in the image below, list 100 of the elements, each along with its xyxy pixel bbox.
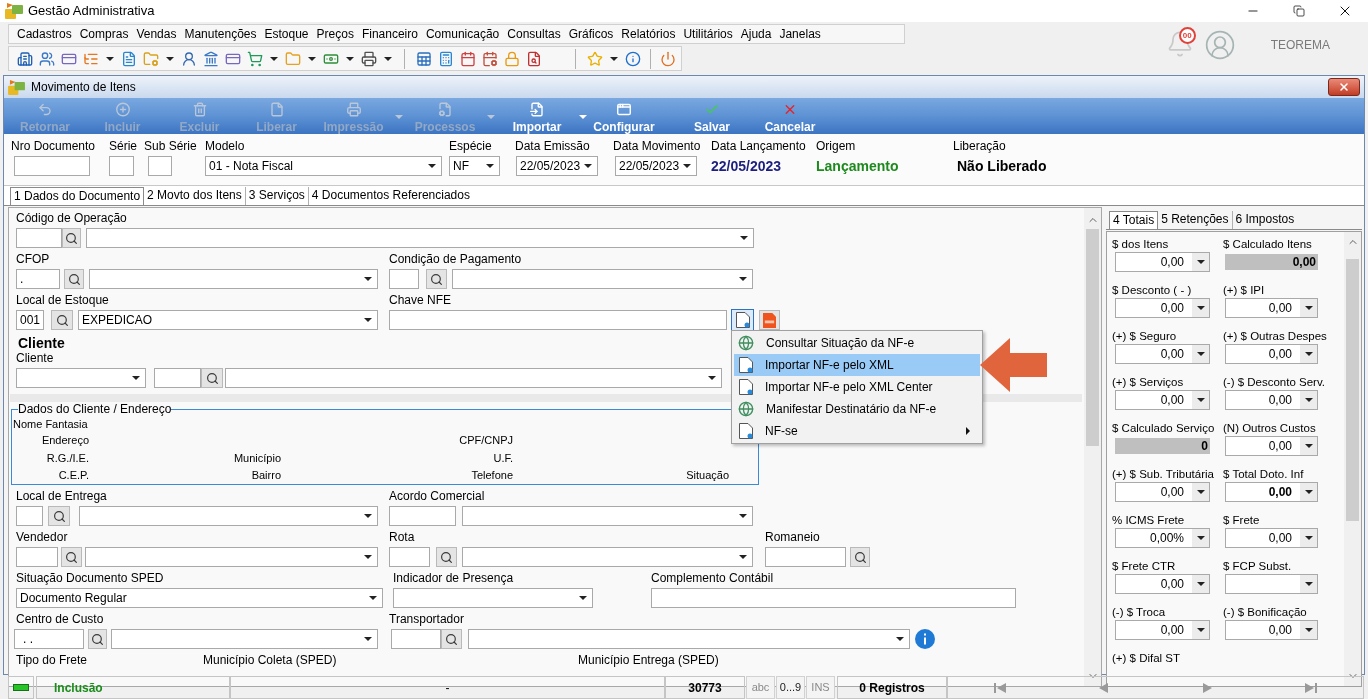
number-field[interactable]: 0,00 [1115, 574, 1210, 594]
search-button[interactable] [426, 269, 447, 289]
dropdown-field[interactable] [79, 506, 378, 526]
text-field[interactable] [651, 588, 1016, 608]
user-icon[interactable] [1203, 29, 1236, 61]
dropdown-field[interactable] [86, 228, 754, 248]
menu-item[interactable]: NF-se [734, 420, 980, 442]
scrollbar-thumb[interactable] [1086, 229, 1099, 446]
toolbar-button[interactable]: Configurar [590, 98, 658, 134]
calendar-icon[interactable] [460, 50, 476, 67]
menu-item[interactable]: Utilitários [679, 25, 737, 43]
text-field[interactable]: . [16, 269, 60, 289]
calendar-gear-icon[interactable] [482, 50, 498, 67]
caret-icon[interactable] [308, 56, 316, 61]
import-button[interactable] [731, 309, 754, 331]
toolbar-button[interactable]: Salvar [674, 98, 750, 134]
dropdown-field[interactable] [111, 629, 378, 649]
tab[interactable]: 2 Movto dos Itens [144, 187, 246, 205]
caret-icon[interactable] [166, 56, 174, 61]
number-field[interactable]: 0,00 [1115, 482, 1210, 502]
menu-item[interactable]: Compras [75, 25, 133, 43]
number-field[interactable]: 0,00 [1225, 482, 1318, 502]
tab[interactable]: 1 Dados do Documento [10, 187, 145, 205]
dropdown-field[interactable] [462, 547, 753, 567]
scrollbar[interactable] [1344, 232, 1361, 686]
search-button[interactable] [51, 310, 73, 330]
dropdown-field[interactable] [16, 368, 146, 388]
pdf-button[interactable] [759, 310, 780, 330]
menu-item[interactable]: Importar NF-e pelo XML [734, 354, 980, 376]
tab[interactable]: 4 Totais [1109, 211, 1159, 229]
text-field[interactable] [16, 547, 58, 567]
number-field[interactable]: 0,00 [1225, 298, 1318, 318]
text-field[interactable]: . . [14, 629, 84, 649]
menu-item[interactable]: Relatórios [617, 25, 680, 43]
number-field[interactable]: 0,00 [1225, 436, 1318, 456]
menu-item[interactable]: Estoque [260, 25, 313, 43]
tab[interactable]: 5 Retenções [1158, 211, 1233, 229]
text-field[interactable]: 001 [16, 310, 44, 330]
dropdown-field[interactable] [393, 588, 593, 608]
search-button[interactable] [48, 506, 70, 526]
dropdown-field[interactable]: 22/05/2023 [516, 156, 598, 176]
dropdown-field[interactable] [89, 269, 378, 289]
search-button[interactable] [441, 629, 462, 649]
tab[interactable]: 6 Impostos [1232, 211, 1298, 229]
caret-icon[interactable] [106, 56, 114, 61]
menu-item[interactable]: Manutenções [180, 25, 261, 43]
dropdown-field[interactable] [468, 629, 910, 649]
number-field[interactable]: 0,00 [1115, 252, 1210, 272]
printer-icon[interactable] [361, 50, 377, 67]
tab[interactable]: 4 Documentos Referenciados [308, 187, 473, 205]
menu-item[interactable]: Consultas [503, 25, 565, 43]
dropdown-field[interactable]: 22/05/2023 [615, 156, 697, 176]
dropdown-field[interactable]: Documento Regular [16, 588, 383, 608]
caret-icon[interactable] [610, 56, 618, 61]
search-button[interactable] [88, 629, 107, 649]
calculator-icon[interactable] [438, 50, 454, 67]
search-button[interactable] [61, 547, 82, 567]
text-field[interactable] [765, 547, 846, 567]
folder-gear-icon[interactable] [143, 50, 159, 67]
text-field[interactable] [391, 629, 441, 649]
search-button[interactable] [850, 547, 870, 567]
scrollbar[interactable] [1084, 208, 1101, 686]
search-button[interactable] [62, 228, 81, 248]
person-icon[interactable] [181, 50, 197, 67]
menu-item[interactable]: Janelas [775, 25, 825, 43]
menu-item[interactable]: Manifestar Destinatário da NF-e [734, 398, 980, 420]
menu-item[interactable]: Vendas [132, 25, 181, 43]
text-field[interactable] [389, 269, 419, 289]
number-field[interactable]: 0,00 [1115, 620, 1210, 640]
text-field[interactable] [154, 368, 201, 388]
dropdown-field[interactable] [85, 547, 378, 567]
dropdown-field[interactable]: EXPEDICAO [78, 310, 378, 330]
number-field[interactable]: 0,00 [1225, 344, 1318, 364]
dropdown-field[interactable]: NF [449, 156, 500, 176]
text-field[interactable] [389, 310, 727, 330]
folder-icon[interactable] [285, 50, 301, 67]
menu-item[interactable]: Financeiro [357, 25, 422, 43]
number-field[interactable]: 0,00% [1115, 528, 1210, 548]
menu-item[interactable]: Cadastros [13, 25, 76, 43]
search-button[interactable] [436, 547, 457, 567]
caret-icon[interactable] [346, 56, 354, 61]
star-icon[interactable] [587, 50, 603, 67]
dropdown-field[interactable] [462, 506, 753, 526]
menu-item[interactable]: Preços [312, 25, 358, 43]
document-search-icon[interactable] [526, 50, 542, 67]
caret-icon[interactable] [384, 56, 392, 61]
text-field[interactable] [14, 156, 90, 176]
menu-item[interactable]: Comunicação [421, 25, 504, 43]
bank-icon[interactable] [203, 50, 219, 67]
text-field[interactable] [148, 156, 172, 176]
number-field[interactable]: 0,00 [1225, 528, 1318, 548]
toolbar-button[interactable]: Importar [498, 98, 576, 134]
search-button[interactable] [64, 269, 84, 289]
menu-item[interactable]: Ajuda [736, 25, 776, 43]
document-icon[interactable] [121, 50, 137, 67]
number-field[interactable]: 0,00 [1225, 620, 1318, 640]
text-field[interactable] [16, 506, 43, 526]
lock-icon[interactable] [504, 50, 520, 67]
number-field[interactable]: 0,00 [1225, 390, 1318, 410]
scrollbar-thumb[interactable] [1346, 259, 1359, 521]
